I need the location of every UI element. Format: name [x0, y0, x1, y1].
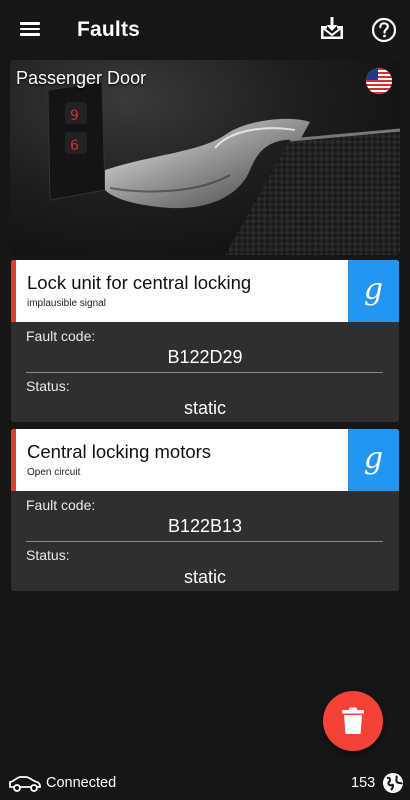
google-icon: g — [363, 440, 384, 476]
google-search-button[interactable]: g — [348, 429, 399, 491]
status-label: Status: — [26, 547, 70, 563]
status-value: static — [183, 567, 226, 587]
status-label: Status: — [26, 378, 70, 394]
hero-image-card: 9 6 Passenger Door — [10, 60, 400, 255]
google-search-button[interactable]: g — [348, 260, 399, 322]
app-bar: Faults — [0, 0, 410, 60]
fault-name: Lock unit for central locking — [27, 272, 252, 293]
fault-name: Central locking motors — [27, 441, 212, 462]
google-icon: g — [363, 271, 384, 307]
menu-icon[interactable] — [18, 18, 42, 42]
connection-status: Connected — [46, 775, 117, 791]
fault-header[interactable]: Central locking motors Open circuit g — [11, 429, 399, 491]
svg-text:9: 9 — [70, 108, 79, 124]
status-value: static — [183, 398, 226, 418]
fault-code-value: B122D29 — [167, 347, 243, 367]
fault-code-value: B122B13 — [167, 516, 243, 536]
fault-card: Central locking motors Open circuit g Fa… — [11, 429, 399, 591]
status-count: 153 — [351, 775, 376, 791]
fault-details: Fault code: B122D29 Status: static — [11, 322, 399, 422]
hero-title: Passenger Door — [16, 68, 147, 88]
fault-header[interactable]: Lock unit for central locking implausibl… — [11, 260, 399, 322]
delete-faults-button[interactable] — [323, 691, 383, 751]
fault-code-label: Fault code: — [26, 328, 96, 344]
fault-description: Open circuit — [27, 467, 81, 478]
page-title: Faults — [77, 18, 141, 41]
svg-text:6: 6 — [70, 138, 79, 154]
download-icon[interactable] — [318, 14, 346, 42]
help-icon[interactable] — [371, 17, 397, 43]
fault-description: implausible signal — [27, 298, 106, 309]
us-flag-icon[interactable] — [366, 68, 392, 94]
fault-code-label: Fault code: — [26, 497, 96, 513]
globe-icon[interactable] — [382, 772, 404, 794]
fault-card: Lock unit for central locking implausibl… — [11, 260, 399, 422]
divider — [26, 372, 383, 373]
car-icon — [9, 776, 41, 792]
fault-details: Fault code: B122B13 Status: static — [11, 491, 399, 591]
trash-icon — [342, 707, 364, 734]
door-handle-image: 9 6 — [47, 81, 400, 255]
divider — [26, 541, 383, 542]
